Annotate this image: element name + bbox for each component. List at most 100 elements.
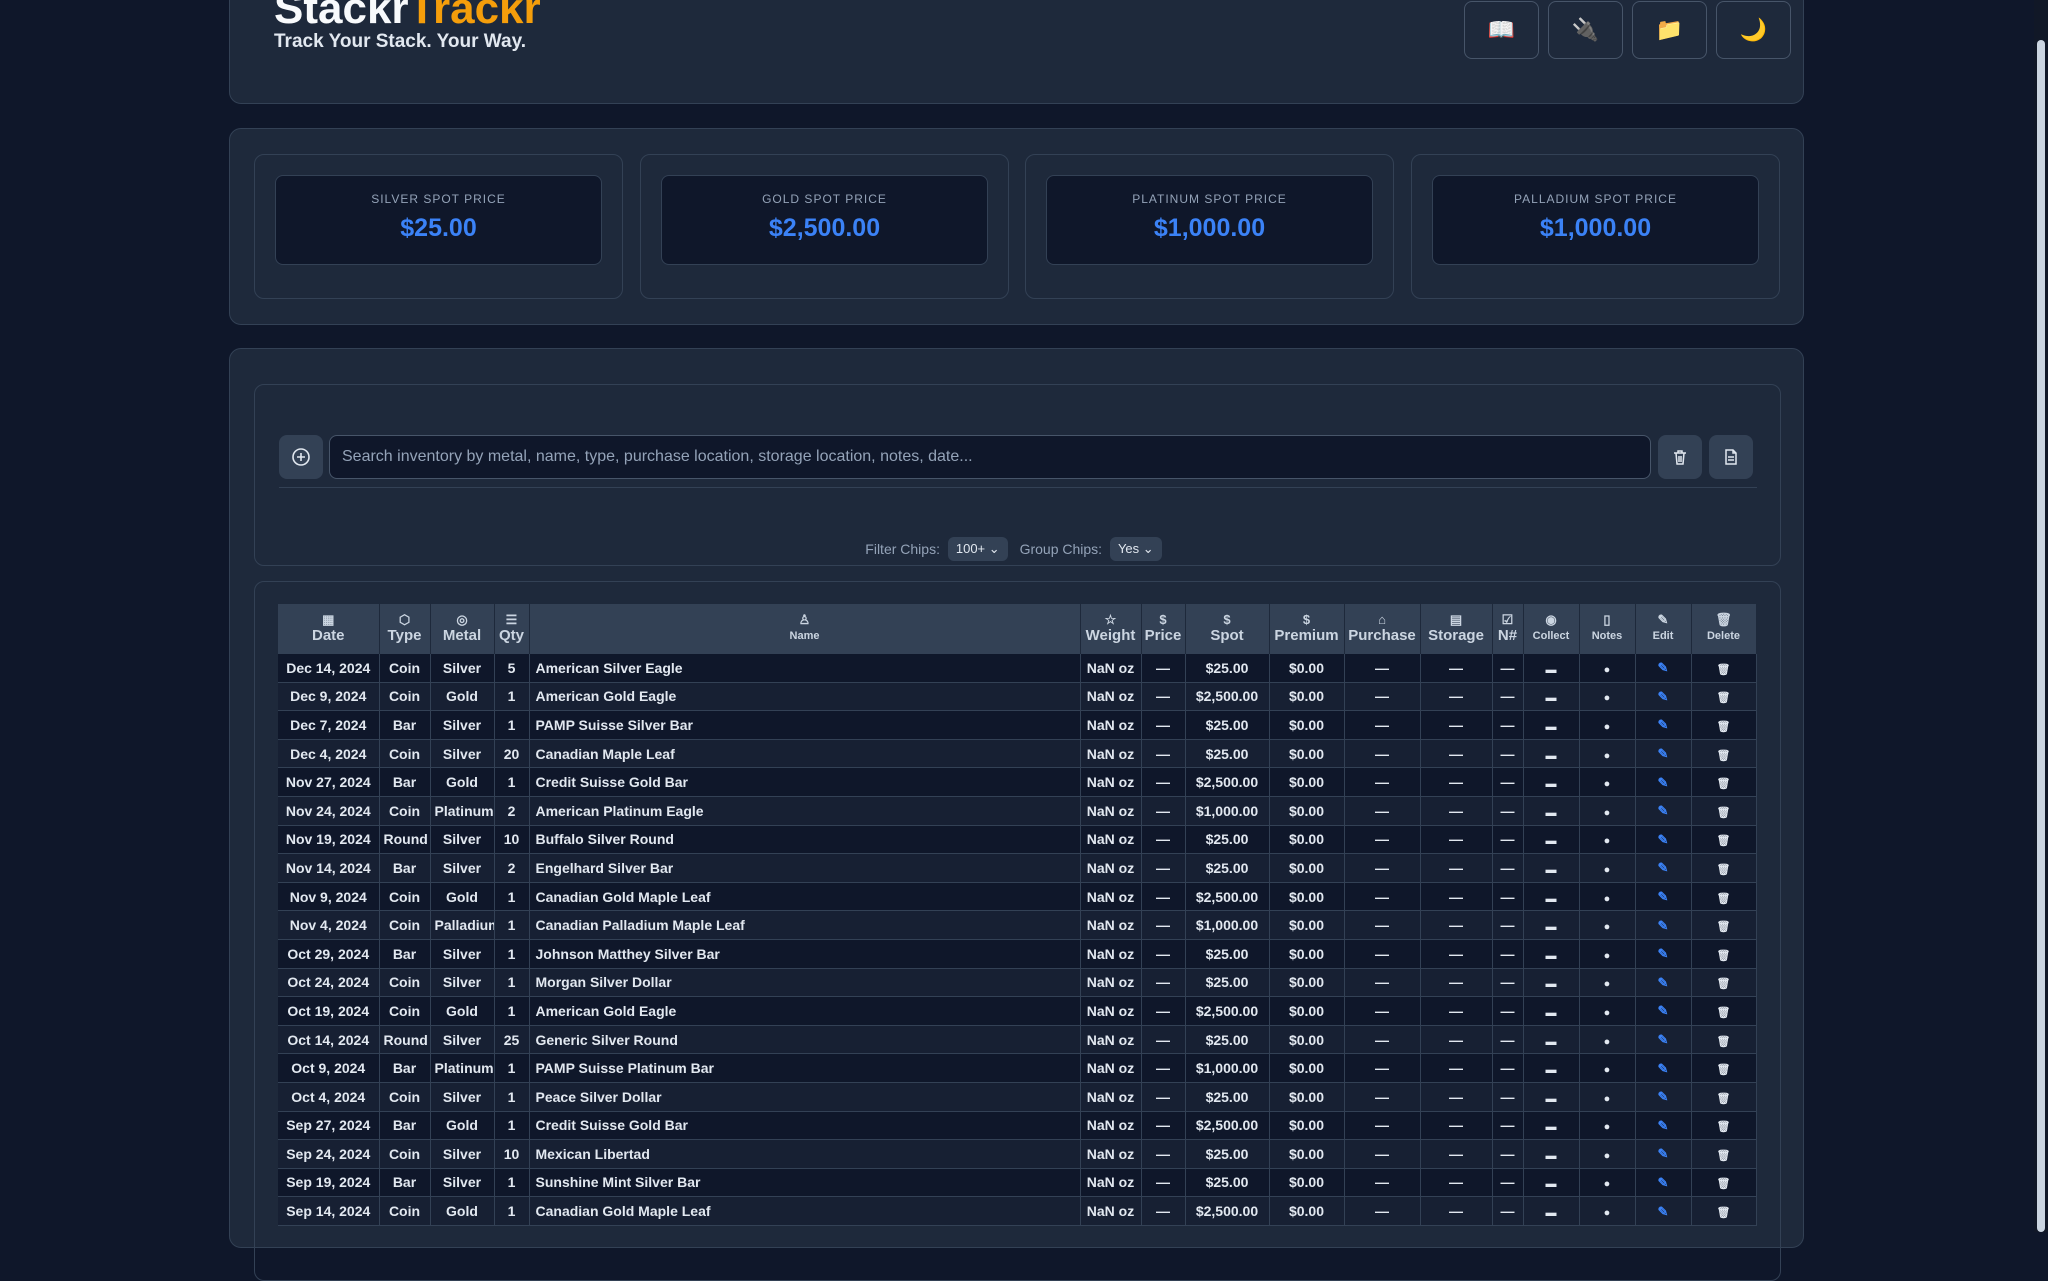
edit-button[interactable]: ✎ [1635, 682, 1692, 712]
col-header-collect[interactable]: ◉ Collect [1523, 604, 1580, 654]
col-header-notes[interactable]: ▯ Notes [1579, 604, 1636, 654]
notes-button[interactable]: ● [1579, 682, 1636, 712]
collect-button[interactable]: ▬ [1523, 767, 1580, 797]
col-header-qty[interactable]: ☰ Qty [494, 604, 530, 654]
cell-name[interactable]: Generic Silver Round [529, 1025, 1081, 1055]
delete-button[interactable]: 🗑 [1691, 1082, 1757, 1112]
notes-button[interactable]: ● [1579, 968, 1636, 998]
delete-button[interactable]: 🗑 [1691, 1196, 1757, 1226]
cell-name[interactable]: Canadian Gold Maple Leaf [529, 1196, 1081, 1226]
about-button[interactable]: 📖 [1464, 1, 1539, 59]
table-row[interactable]: Sep 24, 2024 Coin Silver 10 Mexican Libertad… [278, 1139, 1757, 1169]
cell-name[interactable]: PAMP Suisse Silver Bar [529, 710, 1081, 740]
edit-button[interactable]: ✎ [1635, 767, 1692, 797]
table-row[interactable]: Oct 29, 2024 Bar Silver 1 Johnson Matthey Si… [278, 939, 1757, 969]
collect-button[interactable]: ▬ [1523, 1053, 1580, 1083]
delete-button[interactable]: 🗑 [1691, 939, 1757, 969]
delete-button[interactable]: 🗑 [1691, 1168, 1757, 1198]
collect-button[interactable]: ▬ [1523, 710, 1580, 740]
collect-button[interactable]: ▬ [1523, 1139, 1580, 1169]
page-scrollbar-track[interactable] [2034, 0, 2048, 1232]
delete-button[interactable]: 🗑 [1691, 654, 1757, 683]
cell-name[interactable]: American Gold Eagle [529, 996, 1081, 1026]
collect-button[interactable]: ▬ [1523, 1082, 1580, 1112]
delete-button[interactable]: 🗑 [1691, 1111, 1757, 1141]
col-header-premium[interactable]: $ Premium [1269, 604, 1345, 654]
cell-name[interactable]: American Gold Eagle [529, 682, 1081, 712]
delete-button[interactable]: 🗑 [1691, 853, 1757, 883]
col-header-spot[interactable]: $ Spot [1185, 604, 1270, 654]
cell-name[interactable]: Johnson Matthey Silver Bar [529, 939, 1081, 969]
delete-button[interactable]: 🗑 [1691, 1053, 1757, 1083]
edit-button[interactable]: ✎ [1635, 825, 1692, 855]
notes-button[interactable]: ● [1579, 1111, 1636, 1141]
notes-button[interactable]: ● [1579, 710, 1636, 740]
notes-button[interactable]: ● [1579, 1053, 1636, 1083]
cell-name[interactable]: American Platinum Eagle [529, 796, 1081, 826]
table-row[interactable]: Nov 19, 2024 Round Silver 10 Buffalo Silver … [278, 825, 1757, 855]
notes-button[interactable]: ● [1579, 1196, 1636, 1226]
table-row[interactable]: Nov 9, 2024 Coin Gold 1 Canadian Gold Maple … [278, 882, 1757, 912]
cell-name[interactable]: Morgan Silver Dollar [529, 968, 1081, 998]
notes-button[interactable]: ● [1579, 1082, 1636, 1112]
notes-button[interactable]: ● [1579, 1025, 1636, 1055]
delete-button[interactable]: 🗑 [1691, 968, 1757, 998]
table-row[interactable]: Oct 19, 2024 Coin Gold 1 American Gold Eagle… [278, 996, 1757, 1026]
edit-button[interactable]: ✎ [1635, 910, 1692, 940]
table-row[interactable]: Nov 4, 2024CoinPalladium1Canadian Pallad… [278, 910, 1757, 940]
notes-button[interactable]: ● [1579, 767, 1636, 797]
col-header-metal[interactable]: ◎ Metal [430, 604, 495, 654]
collect-button[interactable]: ▬ [1523, 939, 1580, 969]
collect-button[interactable]: ▬ [1523, 1025, 1580, 1055]
cell-name[interactable]: Buffalo Silver Round [529, 825, 1081, 855]
table-row[interactable]: Oct 14, 2024 Round Silver 25 Generic Silver … [278, 1025, 1757, 1055]
edit-button[interactable]: ✎ [1635, 710, 1692, 740]
edit-button[interactable]: ✎ [1635, 1139, 1692, 1169]
spot-value[interactable]: $25.00 [276, 214, 601, 243]
table-row[interactable]: Nov 27, 2024 Bar Gold 1 Credit Suisse Gold B… [278, 767, 1757, 797]
api-button[interactable]: 🔌 [1548, 1, 1623, 59]
clear-search-button[interactable] [1658, 435, 1702, 479]
cell-name[interactable]: Engelhard Silver Bar [529, 853, 1081, 883]
col-header-type[interactable]: ⬡ Type [379, 604, 431, 654]
delete-button[interactable]: 🗑 [1691, 767, 1757, 797]
cell-name[interactable]: Canadian Maple Leaf [529, 739, 1081, 769]
edit-button[interactable]: ✎ [1635, 853, 1692, 883]
add-item-button[interactable] [279, 435, 323, 479]
page-scrollbar-thumb[interactable] [2037, 40, 2045, 1232]
theme-toggle-button[interactable]: 🌙 [1716, 1, 1791, 59]
edit-button[interactable]: ✎ [1635, 1196, 1692, 1226]
collect-button[interactable]: ▬ [1523, 796, 1580, 826]
collect-button[interactable]: ▬ [1523, 739, 1580, 769]
collect-button[interactable]: ▬ [1523, 882, 1580, 912]
table-row[interactable]: Dec 4, 2024 Coin Silver 20 Canadian Maple Le… [278, 739, 1757, 769]
notes-button[interactable]: ● [1579, 1168, 1636, 1198]
filter-chips-select[interactable]: 100+ ⌄ [947, 537, 1008, 561]
edit-button[interactable]: ✎ [1635, 996, 1692, 1026]
edit-button[interactable]: ✎ [1635, 882, 1692, 912]
table-row[interactable]: Sep 27, 2024 Bar Gold 1 Credit Suisse Gold B… [278, 1111, 1757, 1141]
notes-button[interactable]: ● [1579, 825, 1636, 855]
edit-button[interactable]: ✎ [1635, 1082, 1692, 1112]
edit-button[interactable]: ✎ [1635, 654, 1692, 683]
cell-name[interactable]: Credit Suisse Gold Bar [529, 767, 1081, 797]
edit-button[interactable]: ✎ [1635, 1111, 1692, 1141]
collect-button[interactable]: ▬ [1523, 1196, 1580, 1226]
table-row[interactable]: Oct 24, 2024 Coin Silver 1 Morgan Silver Dol… [278, 968, 1757, 998]
table-row[interactable]: Dec 7, 2024 Bar Silver 1 PAMP Suisse Silver … [278, 710, 1757, 740]
delete-button[interactable]: 🗑 [1691, 710, 1757, 740]
delete-button[interactable]: 🗑 [1691, 796, 1757, 826]
edit-button[interactable]: ✎ [1635, 968, 1692, 998]
collect-button[interactable]: ▬ [1523, 1168, 1580, 1198]
delete-button[interactable]: 🗑 [1691, 825, 1757, 855]
table-row[interactable]: Nov 24, 2024 Coin Platinum 2 American Platin… [278, 796, 1757, 826]
cell-name[interactable]: Mexican Libertad [529, 1139, 1081, 1169]
collect-button[interactable]: ▬ [1523, 1111, 1580, 1141]
col-header-storage[interactable]: ▤ Storage [1420, 604, 1493, 654]
col-header-weight[interactable]: ☆ Weight [1080, 604, 1142, 654]
notes-button[interactable]: ● [1579, 654, 1636, 683]
cell-name[interactable]: PAMP Suisse Platinum Bar [529, 1053, 1081, 1083]
collect-button[interactable]: ▬ [1523, 968, 1580, 998]
notes-button[interactable]: ● [1579, 882, 1636, 912]
table-row[interactable]: Sep 19, 2024 Bar Silver 1 Sunshine Mint Silv… [278, 1168, 1757, 1198]
